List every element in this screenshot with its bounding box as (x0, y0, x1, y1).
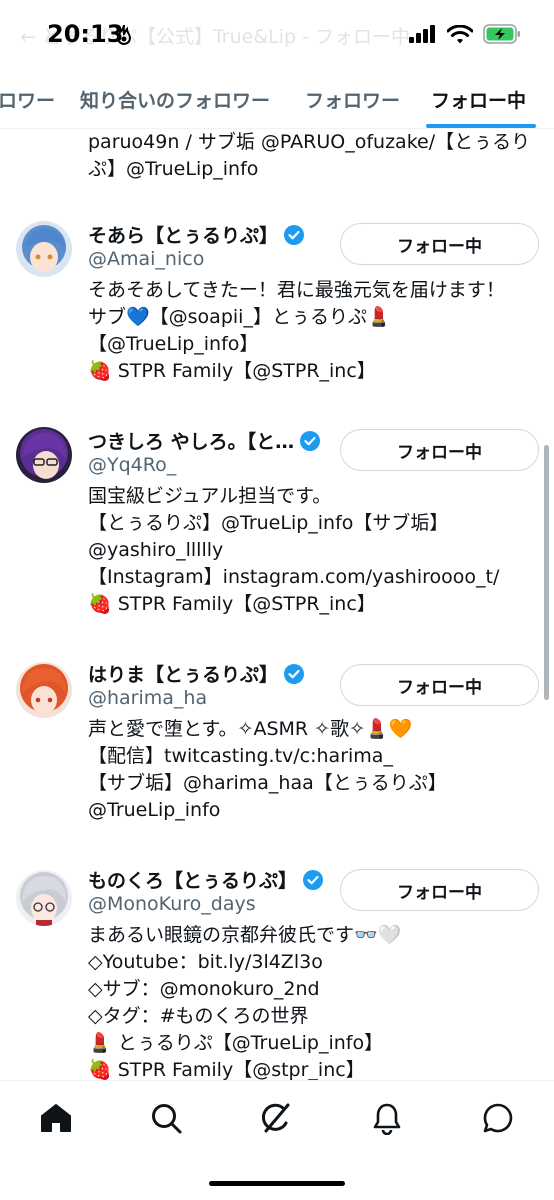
avatar[interactable] (16, 870, 72, 926)
user-name-row[interactable]: つきしろ やしろ。【と… (88, 427, 321, 454)
verified-badge-icon (300, 430, 321, 451)
status-time: 20:13 (47, 20, 124, 48)
user-bio: そあそあしてきたー！君に最強元気を届けます！ サブ💙【@soapii_】とぅるり… (88, 279, 505, 382)
user-bio: まあるい眼鏡の京都弁彼氏です👓🤍 ◇Youtube：bit.ly/3l4Zl3o… (88, 924, 402, 1080)
verified-badge-icon (284, 224, 305, 245)
avatar[interactable] (16, 427, 72, 483)
status-bar: ← とぅるりぷ【公式】True&Lip - フォロー中 20:13 (0, 0, 554, 70)
following-button[interactable]: フォロー中 (340, 223, 539, 265)
user-name[interactable]: つきしろ やしろ。【と… (88, 427, 294, 454)
active-tab-indicator (426, 124, 536, 128)
user-bio: 声と愛で堕とす。✧ASMR ✧歌✧💄🧡 【配信】twitcasting.tv/c… (88, 718, 447, 821)
verified-badge-icon (303, 869, 324, 890)
messages-icon[interactable] (481, 1101, 515, 1135)
user-handle[interactable]: @MonoKuro_days (88, 893, 256, 915)
user-bio: 国宝級ビジュアル担当です。 【とぅるりぷ】@TrueLip_info【サブ垢】 … (88, 485, 500, 615)
home-indicator (209, 1181, 345, 1186)
partial-bio: paruo49n / サブ垢 @PARUO_ofuzake/【とぅるり ぷ】@T… (88, 131, 531, 180)
user-handle[interactable]: @Yq4Ro_ (88, 454, 176, 476)
user-name[interactable]: はりま【とぅるりぷ】 (88, 660, 278, 687)
following-button[interactable]: フォロー中 (340, 664, 539, 706)
flame-icon (116, 24, 132, 45)
wifi-icon (447, 24, 473, 43)
following-list[interactable]: paruo49n / サブ垢 @PARUO_ofuzake/【とぅるり ぷ】@T… (0, 129, 554, 1080)
user-name-row[interactable]: はりま【とぅるりぷ】 (88, 660, 305, 687)
following-button[interactable]: フォロー中 (340, 869, 539, 911)
search-icon[interactable] (149, 1101, 183, 1135)
tab-followers[interactable]: フォロワー (305, 86, 400, 113)
user-name-row[interactable]: ものくろ【とぅるりぷ】 (88, 866, 324, 893)
scrollbar[interactable] (544, 445, 549, 700)
user-handle[interactable]: @harima_ha (88, 687, 207, 709)
user-handle[interactable]: @Amai_nico (88, 248, 204, 270)
grok-icon[interactable] (259, 1101, 293, 1135)
verified-badge-icon (284, 663, 305, 684)
following-button[interactable]: フォロー中 (340, 429, 539, 471)
follow-tabs: ロワー 知り合いのフォロワー フォロワー フォロー中 (0, 70, 554, 129)
bell-icon[interactable] (370, 1101, 404, 1135)
signal-icon (409, 25, 435, 43)
user-name[interactable]: そあら【とぅるりぷ】 (88, 221, 278, 248)
home-icon[interactable] (39, 1101, 73, 1135)
tab-following[interactable]: フォロー中 (431, 86, 526, 113)
avatar[interactable] (16, 221, 72, 277)
tab-followers-partial[interactable]: ロワー (0, 86, 55, 113)
user-name-row[interactable]: そあら【とぅるりぷ】 (88, 221, 305, 248)
tab-mutual-followers[interactable]: 知り合いのフォロワー (80, 86, 270, 113)
battery-charging-icon (483, 24, 520, 44)
avatar[interactable] (16, 662, 72, 718)
user-name[interactable]: ものくろ【とぅるりぷ】 (88, 866, 297, 893)
